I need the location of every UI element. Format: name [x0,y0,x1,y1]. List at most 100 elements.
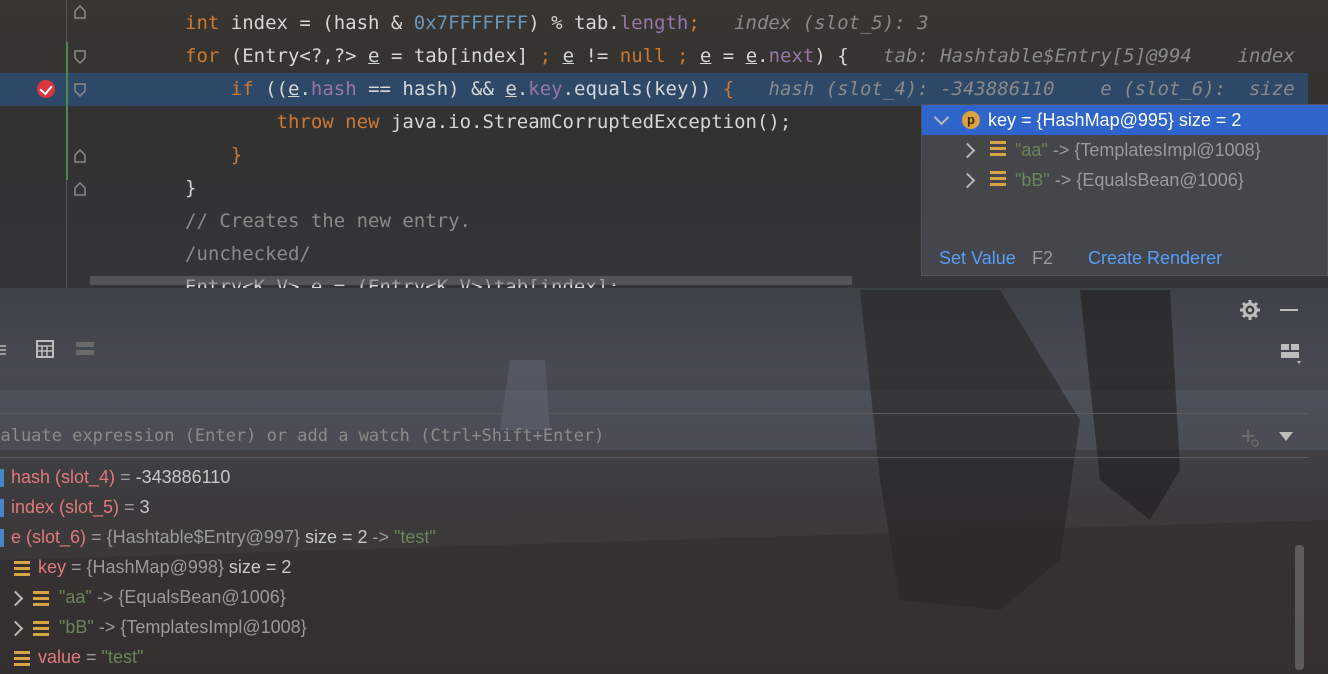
variable-separator: -> [367,527,395,547]
code-token: hash [310,78,357,100]
code-token: . [516,78,529,100]
fold-end-icon[interactable] [73,182,87,196]
variable-separator: = [86,527,107,547]
variable-value: "test" [101,647,144,667]
code-line: } [185,139,242,172]
code-token: length [619,12,689,34]
code-token: hash (slot_4): -343886110 e (slot_6): si… [734,78,1295,100]
variable-value: {HashMap@998} [86,557,224,577]
field-icon [33,620,49,636]
popup-row-text: "aa" -> {TemplatesImpl@1008} [1015,135,1261,165]
fold-end-icon[interactable] [73,149,87,163]
variable-name: e (slot_6) [11,527,87,547]
code-token: throw [276,111,334,133]
layout-icon[interactable] [76,342,94,356]
variable-name: hash (slot_4) [11,467,116,487]
code-token: new [345,111,380,133]
code-line: // Creates the new entry. [185,205,471,238]
popup-row-text: key = {HashMap@995} size = 2 [988,105,1241,135]
variable-row[interactable]: "aa" -> {EqualsBean@1006} [0,582,286,612]
variable-separator: -> [91,587,119,607]
set-value-link[interactable]: Set Value [939,240,1016,276]
popup-tree-row[interactable]: "aa" -> {TemplatesImpl@1008} [922,135,1328,165]
variable-row[interactable]: hash (slot_4) = -343886110 [0,462,230,492]
code-token: // Creates the new entry. [185,210,471,232]
code-token: ) { [814,45,849,67]
code-token: e [699,45,712,67]
code-token: == hash) && [356,78,506,100]
gear-icon[interactable] [1240,300,1260,320]
add-watch-icon[interactable] [1240,428,1260,448]
variable-separator: = [66,557,87,577]
code-token: ; [677,45,689,67]
create-renderer-link[interactable]: Create Renderer [1088,240,1222,276]
entry-name: "bB" [1015,170,1050,190]
variable-extra: size = 2 [223,557,292,577]
field-icon [990,141,1006,156]
code-token: e [745,45,758,67]
chevron-right-icon[interactable] [7,620,24,637]
vcs-change-marker [66,42,68,180]
evaluate-expression-input[interactable] [0,414,1180,457]
popup-tree-row[interactable]: "bB" -> {EqualsBean@1006} [922,165,1328,195]
entry-separator: = [1016,110,1037,130]
code-token: (( [253,78,288,100]
variable-separator: -> [93,617,121,637]
variable-value: 3 [139,497,150,517]
chevron-right-icon[interactable] [959,172,976,189]
variable-row[interactable]: key = {HashMap@998} size = 2 [0,552,291,582]
code-token: e [505,78,517,100]
code-token: tab: Hashtable$Entry[5]@994 index [848,45,1295,67]
code-token: != [574,45,620,67]
code-token: /unchecked/ [185,243,311,265]
entry-value: {EqualsBean@1006} [1076,170,1244,190]
chevron-down-icon[interactable] [933,109,950,126]
entry-separator: -> [1049,170,1077,190]
vertical-scrollbar[interactable] [1295,545,1304,670]
minimize-icon[interactable] [1280,309,1298,311]
variable-inspector-popup[interactable]: p key = {HashMap@995} size = 2 "aa" -> {Te… [921,104,1328,276]
variable-string-value: "test" [394,527,436,547]
variable-row[interactable]: value = "test" [0,642,143,672]
property-icon: p [962,111,980,129]
table-view-icon[interactable] [36,340,54,358]
variable-row[interactable]: e (slot_6) = {Hashtable$Entry@997} size … [0,522,436,552]
code-token: e [287,78,300,100]
variable-name: index (slot_5) [11,497,120,517]
partial-icon[interactable] [0,342,8,358]
code-token: e [562,45,575,67]
layout-settings-icon[interactable] [1280,342,1304,366]
variable-name: "aa" [59,587,92,607]
history-dropdown-icon[interactable] [1279,432,1293,441]
breakpoint-icon[interactable] [37,80,55,98]
variable-row[interactable]: index (slot_5) = 3 [0,492,150,522]
code-token: index (slot_5): 3 [699,12,929,34]
variable-row[interactable]: "bB" -> {TemplatesImpl@1008} [0,612,307,642]
code-token: ; [539,45,552,67]
code-line: if ((e.hash == hash) && e.key.equals(key… [185,73,1295,106]
variable-value: -343886110 [135,467,231,487]
code-line: int index = (hash & 0x7FFFFFFF) % tab.le… [185,7,929,40]
popup-tree-row[interactable]: p key = {HashMap@995} size = 2 [922,105,1328,135]
chevron-right-icon[interactable] [7,590,24,607]
code-line: /unchecked/ [185,238,311,271]
variable-name: value [38,647,82,667]
code-token: if [230,78,254,100]
chevron-right-icon[interactable] [959,142,976,159]
entry-name: "aa" [1015,140,1048,160]
fold-icon[interactable] [73,83,87,97]
local-variable-icon [0,529,4,548]
code-token: e [368,45,380,67]
entry-extra: size = 2 [1173,110,1242,130]
variable-name: key [38,557,67,577]
variable-name: "bB" [59,617,94,637]
variable-separator: = [115,467,136,487]
variable-value: {TemplatesImpl@1008} [120,617,307,637]
fold-icon[interactable] [73,50,87,64]
horizontal-scrollbar[interactable] [90,276,852,285]
field-icon [14,650,30,666]
fold-end-icon[interactable] [73,5,87,19]
